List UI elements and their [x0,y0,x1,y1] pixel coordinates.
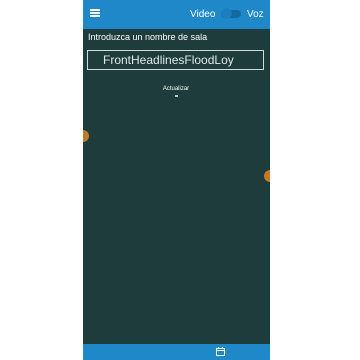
hamburger-menu-icon[interactable] [90,9,100,18]
toggle-knob [221,8,232,19]
app-screen: Video Voz Introduzca un nombre de sala A… [83,0,270,360]
video-voz-toggle[interactable] [221,8,241,19]
refresh-label: Actualizar [162,86,190,92]
room-name-input[interactable] [87,50,264,70]
edge-marker-right [264,170,270,182]
bottom-bar [83,344,270,360]
voz-label: Voz [247,9,264,20]
refresh-indicator [174,95,178,97]
refresh-button[interactable]: Actualizar [151,86,201,104]
app-bar: Video Voz [83,0,270,29]
room-name-prompt: Introduzca un nombre de sala [88,32,208,42]
video-label: Video [190,9,216,20]
calendar-icon[interactable] [216,347,225,356]
